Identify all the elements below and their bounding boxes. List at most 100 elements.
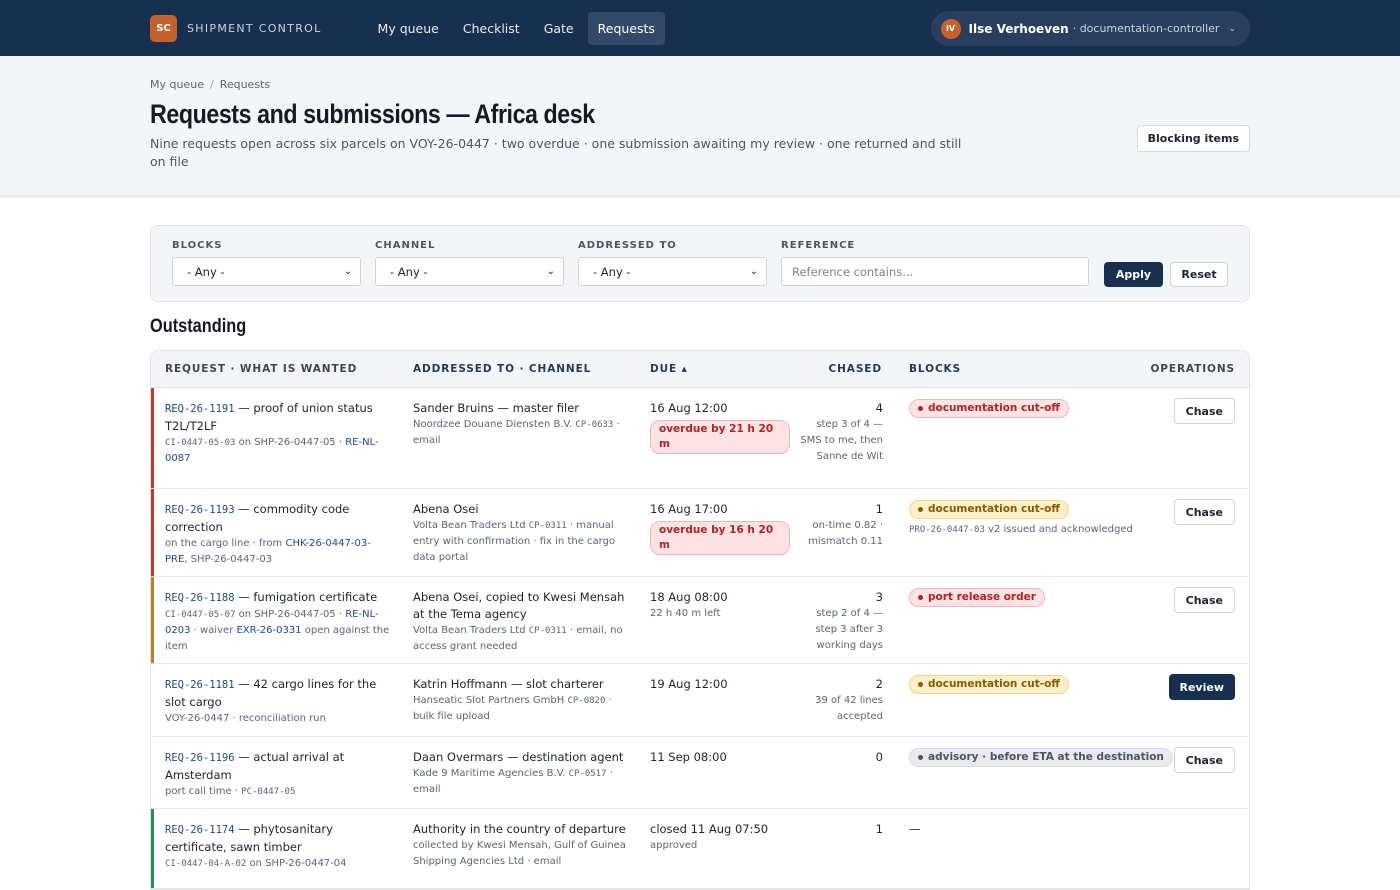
chase-button[interactable]: Chase	[1173, 398, 1235, 424]
chased-count: 3	[875, 590, 883, 604]
chevron-down-icon: ⌄	[749, 266, 758, 277]
page-title: Requests and submissions — Africa desk	[150, 99, 595, 129]
chased-count: 2	[875, 677, 883, 691]
request-sub: on SHP-26-0447-05 ·	[235, 609, 346, 620]
addressed-to-select[interactable]: - Any - ⌄	[578, 257, 767, 286]
addressee-name: Abena Osei	[413, 502, 479, 516]
request-sub: on SHP-26-0447-05 ·	[235, 437, 346, 448]
addressee-org: Volta Bean Traders Ltd	[413, 625, 529, 636]
col-blocks[interactable]: BLOCKS	[909, 363, 961, 375]
addressed-cell: Authority in the country of departure co…	[413, 821, 628, 870]
top-bar: SC SHIPMENT CONTROL My queue Checklist G…	[0, 0, 1400, 56]
chased-count: 1	[875, 822, 883, 836]
chase-button[interactable]: Chase	[1173, 499, 1235, 525]
review-button[interactable]: Review	[1168, 674, 1235, 700]
chase-button[interactable]: Chase	[1173, 587, 1235, 613]
row-accent	[151, 388, 154, 488]
due-date: 16 Aug 17:00	[650, 502, 728, 516]
block-label: port release order	[928, 591, 1036, 603]
blocks-select-value: - Any -	[187, 264, 225, 279]
filter-channel: CHANNEL - Any - ⌄	[375, 240, 564, 286]
request-id-link[interactable]: REQ-26-1191	[165, 403, 235, 415]
requests-table: REQUEST · WHAT IS WANTED ADDRESSED TO · …	[150, 350, 1250, 890]
blocks-cell: documentation cut-off PRO-26-0447-03 v2 …	[909, 500, 1139, 538]
apply-button[interactable]: Apply	[1104, 262, 1163, 287]
block-note: v2 issued and acknowledged	[984, 524, 1133, 535]
request-id-link[interactable]: REQ-26-1193	[165, 504, 235, 516]
table-row: REQ-26-1193 — commodity code correction …	[151, 489, 1249, 577]
col-request[interactable]: REQUEST · WHAT IS WANTED	[165, 363, 357, 375]
channel-select[interactable]: - Any - ⌄	[375, 257, 564, 286]
addressed-cell: Abena Osei Volta Bean Traders Ltd CP-031…	[413, 501, 628, 566]
col-chased[interactable]: CHASED	[829, 363, 882, 375]
due-date: 18 Aug 08:00	[650, 590, 728, 604]
nav-checklist[interactable]: Checklist	[453, 12, 530, 45]
request-id-link[interactable]: REQ-26-1181	[165, 679, 235, 691]
user-menu[interactable]: IV Ilse Verhoeven · documentation-contro…	[930, 11, 1250, 46]
due-cell: closed 11 Aug 07:50 approved	[650, 821, 790, 854]
col-addressed[interactable]: ADDRESSED TO · CHANNEL	[413, 363, 591, 375]
request-sub: on the cargo line · from	[165, 538, 286, 549]
block-label: documentation cut-off	[928, 503, 1060, 515]
request-id-link[interactable]: REQ-26-1188	[165, 592, 235, 604]
blocks-cell: documentation cut-off	[909, 399, 1139, 418]
nav-gate[interactable]: Gate	[534, 12, 584, 45]
blocking-items-button[interactable]: Blocking items	[1136, 125, 1250, 152]
addressee-org: Kade 9 Maritime Agencies B.V.	[413, 768, 569, 779]
filter-addressed-to: ADDRESSED TO - Any - ⌄	[578, 240, 767, 286]
chased-note: step 2 of 4 — step 3 after 3 working day…	[815, 608, 883, 651]
request-sub-b: , SHP-26-0447-03	[184, 554, 273, 565]
request-what: — fumigation certificate	[234, 590, 378, 604]
block-ref: PRO-26-0447-03	[909, 525, 985, 535]
block-label: advisory · before ETA at the destination	[928, 751, 1164, 763]
breadcrumb-my-queue[interactable]: My queue	[150, 78, 204, 91]
operations-cell: Chase	[1173, 398, 1235, 424]
breadcrumb-requests: Requests	[219, 78, 271, 91]
filter-channel-label: CHANNEL	[375, 240, 436, 251]
request-sub: VOY-26-0447 · reconciliation run	[165, 713, 326, 724]
operations-cell: Chase	[1173, 587, 1235, 613]
row-accent	[151, 577, 154, 663]
chevron-down-icon: ⌄	[546, 266, 555, 277]
table-row: REQ-26-1188 — fumigation certificate CI-…	[151, 577, 1249, 664]
overdue-badge: overdue by 16 h 20 m	[650, 521, 790, 555]
request-sub: on SHP-26-0447-04	[246, 858, 347, 869]
status-badge: documentation cut-off	[909, 675, 1069, 694]
addressed-cell: Abena Osei, copied to Kwesi Mensah at th…	[413, 589, 628, 655]
request-cell: REQ-26-1191 — proof of union status T2L/…	[165, 400, 390, 467]
table-row: REQ-26-1191 — proof of union status T2L/…	[151, 388, 1249, 489]
request-sub: port call time ·	[165, 786, 242, 797]
chase-button[interactable]: Chase	[1173, 747, 1235, 773]
dot-icon	[918, 406, 923, 411]
due-cell: 18 Aug 08:00 22 h 40 m left	[650, 589, 790, 622]
counterparty-code: CP-0633	[575, 420, 614, 430]
reference-input[interactable]: Reference contains...	[781, 257, 1089, 286]
counterparty-code: CP-0311	[528, 626, 567, 636]
nav-requests[interactable]: Requests	[587, 11, 665, 45]
chased-count: 1	[875, 502, 883, 516]
waiver-link[interactable]: EXR-26-0331	[236, 625, 301, 636]
request-ref: CI-0447-04-A-02	[165, 859, 247, 869]
status-badge: documentation cut-off	[909, 399, 1069, 418]
request-ref: PC-0447-05	[241, 787, 296, 797]
reset-button[interactable]: Reset	[1170, 262, 1228, 287]
counterparty-code: CP-0820	[567, 696, 606, 706]
nav-my-queue[interactable]: My queue	[368, 12, 449, 45]
counterparty-code: CP-0311	[528, 521, 567, 531]
request-id-link[interactable]: REQ-26-1196	[165, 752, 235, 764]
col-due[interactable]: DUE ▴	[650, 363, 688, 375]
addressee-name: Authority in the country of departure	[413, 822, 626, 836]
table-row: REQ-26-1174 — phytosanitary certificate,…	[151, 809, 1249, 889]
due-note: approved	[650, 840, 698, 851]
addressed-select-value: - Any -	[593, 264, 631, 279]
block-label: documentation cut-off	[928, 402, 1060, 414]
chased-note: 39 of 42 lines accepted	[815, 695, 883, 722]
request-id-link[interactable]: REQ-26-1174	[165, 824, 235, 836]
page-header: My queue / Requests Requests and submissio…	[0, 56, 1400, 197]
blocks-select[interactable]: - Any - ⌄	[172, 257, 361, 286]
request-cell: REQ-26-1188 — fumigation certificate CI-…	[165, 589, 390, 655]
request-ref: CI-0447-05-07	[165, 610, 236, 620]
operations-cell: Review	[1168, 674, 1235, 700]
filter-blocks: BLOCKS - Any - ⌄	[172, 240, 361, 286]
app-logo[interactable]: SC	[150, 14, 177, 42]
